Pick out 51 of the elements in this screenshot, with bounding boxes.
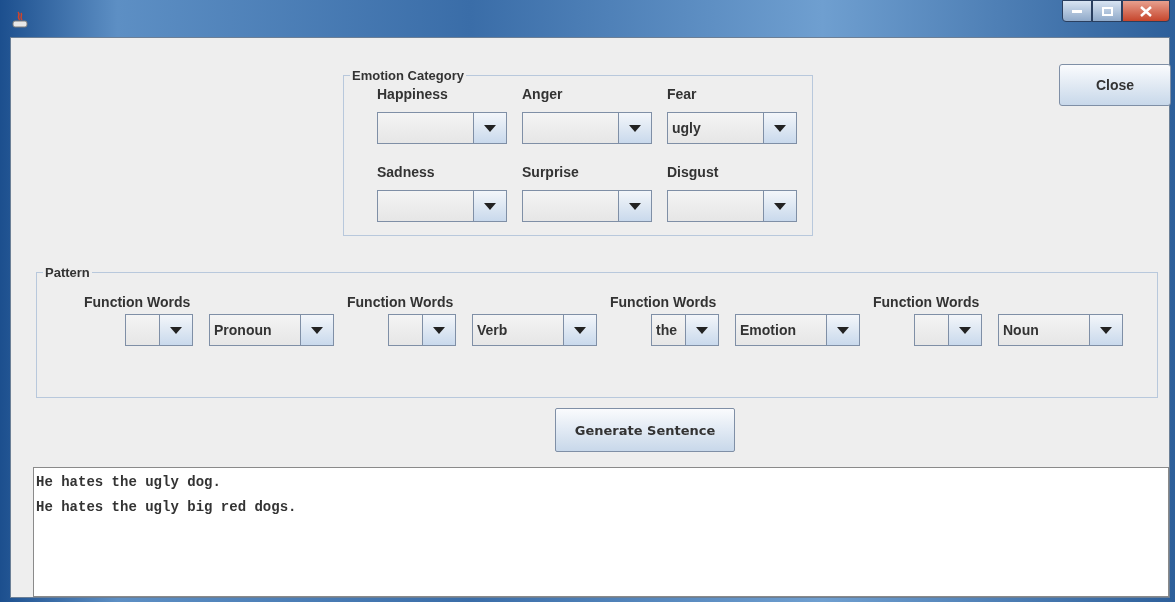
caret-icon — [1100, 326, 1112, 334]
caret-icon — [433, 326, 445, 334]
caret-icon — [629, 124, 641, 132]
field-label: Function Words — [610, 294, 718, 312]
field-label: Function Words — [873, 294, 981, 312]
field-label: Anger — [522, 86, 564, 104]
dropdown[interactable]: Verb — [472, 314, 597, 346]
dropdown[interactable]: the — [651, 314, 719, 346]
close-button[interactable]: Close — [1059, 64, 1171, 106]
maximize-button[interactable] — [1092, 0, 1122, 22]
dropdown[interactable] — [125, 314, 193, 346]
caret-icon — [311, 326, 323, 334]
field-label: Happiness — [377, 86, 449, 104]
close-icon — [1140, 5, 1152, 17]
dropdown[interactable]: ugly — [667, 112, 797, 144]
dropdown[interactable] — [377, 190, 507, 222]
output-line: He hates the ugly dog. — [36, 473, 222, 492]
maximize-icon — [1101, 6, 1113, 16]
dropdown[interactable] — [388, 314, 456, 346]
minimize-button[interactable] — [1062, 0, 1092, 22]
app-icon — [12, 9, 28, 28]
caret-icon — [837, 326, 849, 334]
caret-icon — [629, 202, 641, 210]
dropdown[interactable]: Noun — [998, 314, 1123, 346]
close-window-button[interactable] — [1122, 0, 1170, 22]
field-label: Function Words — [347, 294, 455, 312]
dropdown[interactable] — [522, 190, 652, 222]
minimize-icon — [1072, 9, 1082, 13]
dropdown[interactable]: Emotion — [735, 314, 860, 346]
dropdown[interactable] — [377, 112, 507, 144]
field-label: Surprise — [522, 164, 580, 182]
field-label: Disgust — [667, 164, 720, 182]
caret-icon — [774, 124, 786, 132]
caret-icon — [484, 124, 496, 132]
dropdown[interactable] — [522, 112, 652, 144]
caret-icon — [484, 202, 496, 210]
field-label: Function Words — [84, 294, 192, 312]
field-label: Sadness — [377, 164, 436, 182]
caret-icon — [959, 326, 971, 334]
caret-icon — [574, 326, 586, 334]
group-title: Emotion Category — [351, 68, 465, 83]
field-label: Fear — [667, 86, 698, 104]
output-line: He hates the ugly big red dogs. — [36, 498, 298, 517]
caret-icon — [170, 326, 182, 334]
dropdown[interactable]: Pronoun — [209, 314, 334, 346]
generate-sentence-button[interactable]: Generate Sentence — [555, 408, 735, 452]
group-title: Pattern — [44, 265, 91, 280]
dropdown[interactable] — [914, 314, 982, 346]
caret-icon — [774, 202, 786, 210]
dropdown[interactable] — [667, 190, 797, 222]
caret-icon — [696, 326, 708, 334]
